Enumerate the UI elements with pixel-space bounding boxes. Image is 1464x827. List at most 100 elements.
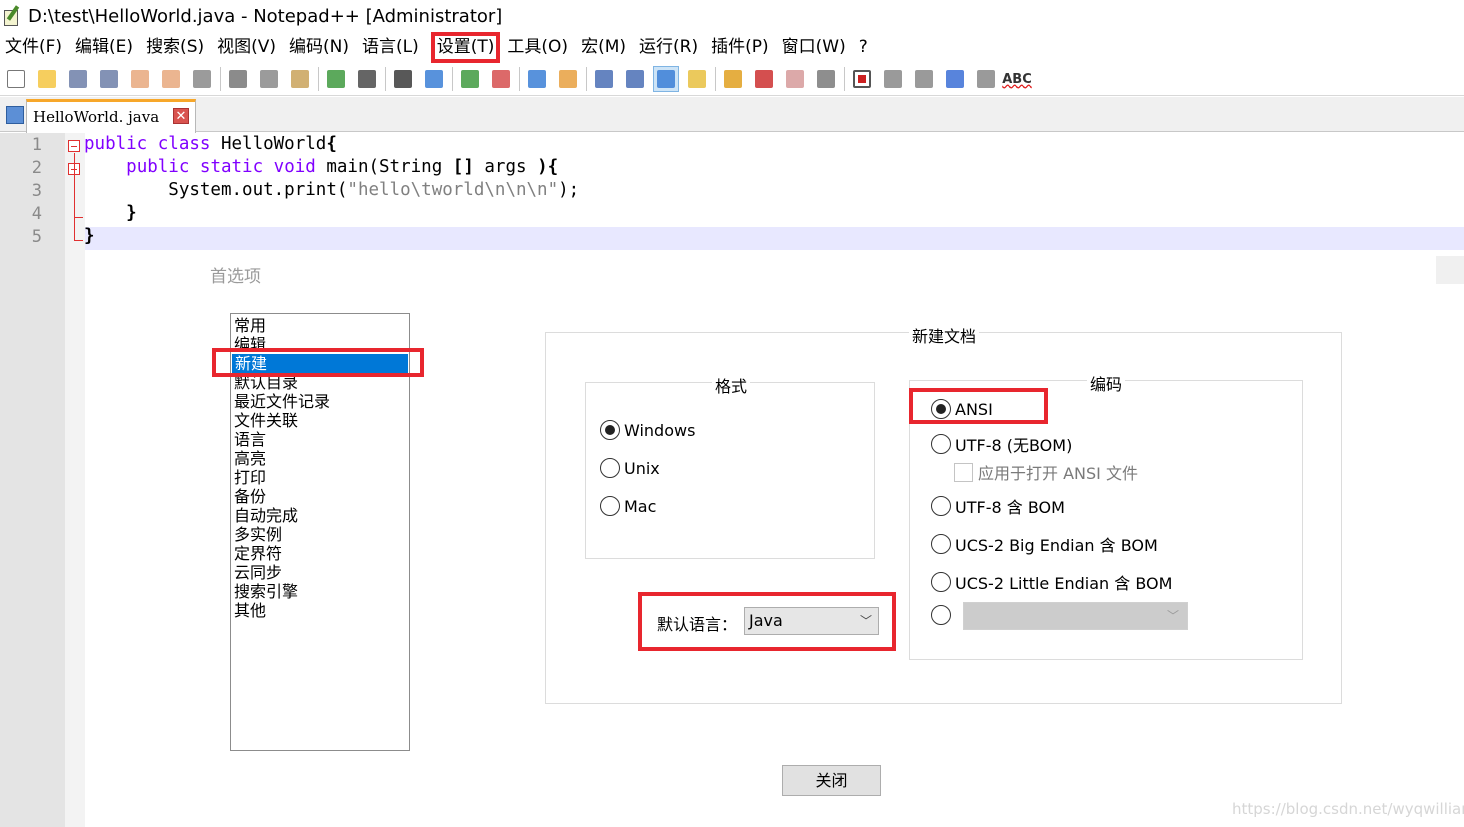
menu-item[interactable]: 宏(M)	[580, 32, 632, 63]
save-all-icon	[100, 70, 118, 88]
sync-vertical-button[interactable]	[524, 66, 550, 92]
spellcheck-button[interactable]: ABC	[1002, 66, 1032, 92]
record-macro-button[interactable]	[849, 66, 875, 92]
category-item[interactable]: 最近文件记录	[231, 392, 409, 411]
menu-item[interactable]: 工具(O)	[506, 32, 574, 63]
close-button[interactable]	[127, 66, 153, 92]
encoding-radio-3[interactable]: UCS-2 Big Endian 含 BOM	[931, 532, 1158, 556]
cut-button[interactable]	[225, 66, 251, 92]
radio-circle[interactable]	[931, 496, 951, 516]
category-item[interactable]: 定界符	[231, 544, 409, 563]
word-wrap-icon	[595, 70, 613, 88]
show-all-chars-button[interactable]	[622, 66, 648, 92]
notepad-app-icon	[2, 5, 22, 27]
menu-item[interactable]: 语言(L)	[361, 32, 425, 63]
radio-circle[interactable]	[600, 496, 620, 516]
brace-token: }	[126, 203, 137, 223]
encoding-radio-custom[interactable]	[931, 605, 955, 625]
zoom-out-button[interactable]	[488, 66, 514, 92]
radio-circle[interactable]	[600, 420, 620, 440]
user-language-button[interactable]	[684, 66, 710, 92]
save-macro-button[interactable]	[973, 66, 999, 92]
category-item[interactable]: 语言	[231, 430, 409, 449]
menu-item[interactable]: 窗口(W)	[781, 32, 852, 63]
fold-minus-icon[interactable]	[68, 140, 80, 152]
radio-circle[interactable]	[931, 605, 951, 625]
close-button[interactable]: 关闭	[782, 765, 881, 796]
doc-map-button[interactable]	[720, 66, 746, 92]
undo-button[interactable]	[323, 66, 349, 92]
stop-macro-button[interactable]	[880, 66, 906, 92]
save-all-button[interactable]	[96, 66, 122, 92]
toolbar-separator	[452, 67, 453, 91]
sync-horizontal-button[interactable]	[555, 66, 581, 92]
format-radio-mac[interactable]: Mac	[600, 496, 656, 516]
indent-guide-button[interactable]	[653, 66, 679, 92]
menu-item[interactable]: 插件(P)	[710, 32, 775, 63]
encoding-radio-0[interactable]: ANSI	[931, 399, 993, 419]
menu-item[interactable]: 编辑(E)	[74, 32, 139, 63]
function-list-button[interactable]	[751, 66, 777, 92]
category-item[interactable]: 高亮	[231, 449, 409, 468]
chevron-down-icon: ﹀	[1166, 609, 1179, 623]
folder-workspace-button[interactable]	[782, 66, 808, 92]
close-all-button[interactable]	[158, 66, 184, 92]
open-file-button[interactable]	[34, 66, 60, 92]
menu-item[interactable]: ?	[858, 32, 874, 63]
menu-item[interactable]: 视图(V)	[216, 32, 282, 63]
category-item[interactable]: 备份	[231, 487, 409, 506]
redo-button[interactable]	[354, 66, 380, 92]
tab-bar	[0, 97, 1464, 132]
fold-guide-line	[74, 153, 75, 241]
zoom-in-button[interactable]	[457, 66, 483, 92]
new-file-button[interactable]	[3, 66, 29, 92]
encoding-radio-1[interactable]: UTF-8 (无BOM)	[931, 432, 1072, 456]
encoding-radio-4[interactable]: UCS-2 Little Endian 含 BOM	[931, 570, 1172, 594]
category-item[interactable]: 常用	[231, 316, 409, 335]
category-item[interactable]: 云同步	[231, 563, 409, 582]
checkbox-box[interactable]	[954, 462, 973, 482]
save-button[interactable]	[65, 66, 91, 92]
encoding-radio-2[interactable]: UTF-8 含 BOM	[931, 494, 1065, 518]
category-item[interactable]: 多实例	[231, 525, 409, 544]
radio-circle[interactable]	[931, 399, 951, 419]
default-language-select[interactable]: Java ﹀	[744, 607, 879, 635]
saved-file-icon	[6, 106, 24, 124]
keyword-token: public static void	[126, 157, 327, 177]
monitor-button[interactable]	[813, 66, 839, 92]
category-item[interactable]: 打印	[231, 468, 409, 487]
category-item[interactable]: 搜索引擎	[231, 582, 409, 601]
tab-close-icon[interactable]: ✕	[173, 108, 189, 124]
run-macro-multiple-button[interactable]	[942, 66, 968, 92]
toolbar-separator	[385, 67, 386, 91]
print-button[interactable]	[189, 66, 215, 92]
copy-button[interactable]	[256, 66, 282, 92]
menu-item[interactable]: 编码(N)	[288, 32, 355, 63]
play-macro-button[interactable]	[911, 66, 937, 92]
replace-button[interactable]	[421, 66, 447, 92]
category-list[interactable]: 常用 编辑 新建 默认目录 最近文件记录 文件关联 语言 高亮 打印 备份 自动完成 多实例 定界符 云同…	[230, 313, 410, 751]
menu-item[interactable]: 设置(T)	[430, 32, 501, 63]
radio-circle[interactable]	[931, 534, 951, 554]
tab-helloworld[interactable]: HelloWorld. java ✕	[26, 99, 196, 133]
radio-circle[interactable]	[931, 572, 951, 592]
format-radio-windows[interactable]: Windows	[600, 420, 695, 440]
dialog-close-icon[interactable]	[1436, 256, 1464, 284]
find-button[interactable]	[390, 66, 416, 92]
category-item[interactable]: 自动完成	[231, 506, 409, 525]
apply-ansi-checkbox[interactable]: 应用于打开 ANSI 文件	[954, 460, 1138, 484]
category-item[interactable]: 文件关联	[231, 411, 409, 430]
toolbar: ABC	[0, 63, 1464, 96]
paste-button[interactable]	[287, 66, 313, 92]
find-icon	[394, 70, 412, 88]
radio-circle[interactable]	[600, 458, 620, 478]
watermark: https://blog.csdn.net/wyqwilliam	[1232, 800, 1464, 818]
category-item[interactable]: 其他	[231, 601, 409, 620]
format-radio-unix[interactable]: Unix	[600, 458, 660, 478]
cut-icon	[229, 70, 247, 88]
radio-circle[interactable]	[931, 434, 951, 454]
word-wrap-button[interactable]	[591, 66, 617, 92]
menu-item[interactable]: 文件(F)	[4, 32, 68, 63]
menu-item[interactable]: 搜索(S)	[145, 32, 210, 63]
menu-item[interactable]: 运行(R)	[638, 32, 704, 63]
